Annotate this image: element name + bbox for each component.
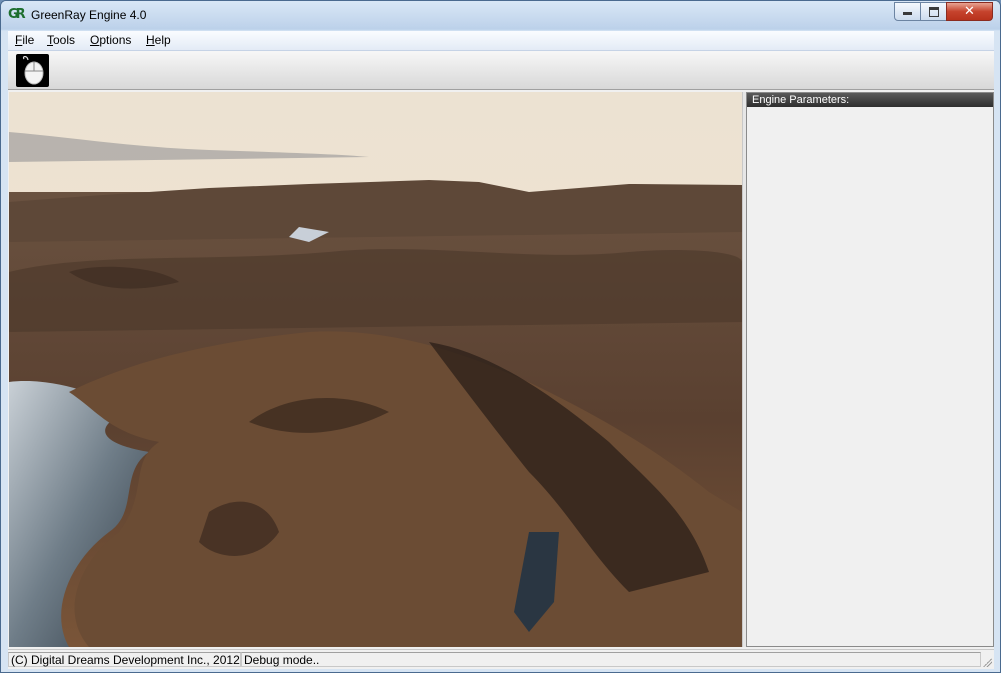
engine-parameters-header: Engine Parameters: [747,93,993,107]
maximize-icon [928,6,939,17]
app-logo-icon: GR [8,7,26,22]
title-bar[interactable]: GR GreenRay Engine 4.0 ✕ [1,1,1000,29]
menu-help[interactable]: Help [146,33,171,47]
mouse-tool-button[interactable] [16,54,49,87]
status-mode: Debug mode.. [241,652,981,667]
close-button[interactable]: ✕ [946,2,993,21]
client-area: File Tools Options Help Engine Parameter… [8,31,994,669]
menu-tools[interactable]: Tools [47,33,75,47]
status-copyright: (C) Digital Dreams Development Inc., 201… [8,652,241,667]
minimize-icon [903,12,912,15]
toolbar [8,51,994,90]
render-viewport[interactable] [9,92,742,647]
minimize-button[interactable] [894,2,921,21]
menu-options[interactable]: Options [90,33,131,47]
engine-parameters-panel: Engine Parameters: [746,92,994,647]
mouse-icon [22,55,43,84]
maximize-button[interactable] [920,2,947,21]
menu-bar: File Tools Options Help [8,31,994,51]
app-window: GR GreenRay Engine 4.0 ✕ File Tools Opti… [0,0,1001,673]
menu-file[interactable]: File [15,33,34,47]
resize-grip-icon[interactable] [982,657,992,667]
close-icon: ✕ [964,4,975,19]
status-bar: (C) Digital Dreams Development Inc., 201… [8,649,994,669]
terrain-render-image [9,92,742,647]
window-title: GreenRay Engine 4.0 [31,8,147,22]
